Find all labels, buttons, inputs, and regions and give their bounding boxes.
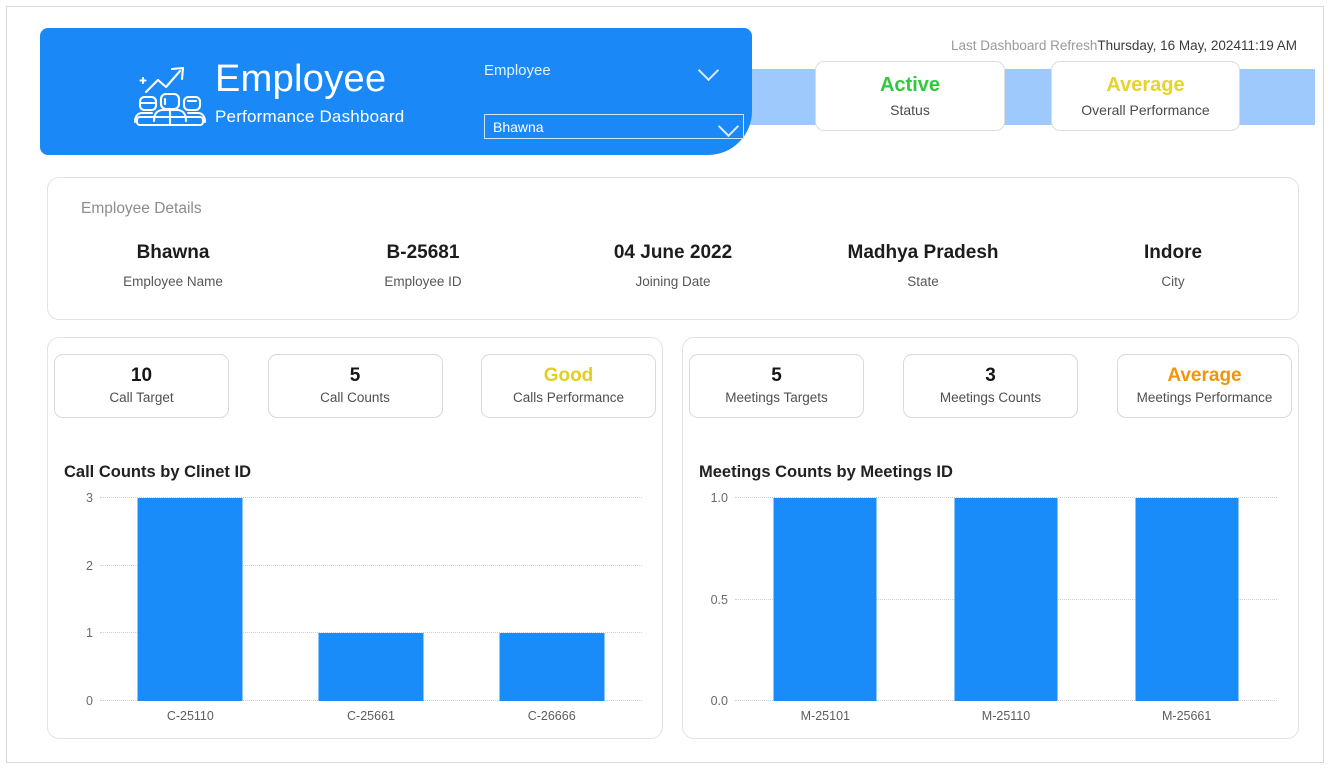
team-growth-icon <box>132 58 210 128</box>
kpi-overall-performance-caption: Overall Performance <box>1081 102 1210 118</box>
employee-slicer-header[interactable]: Employee <box>452 59 720 88</box>
kpi-caption: Meetings Counts <box>939 390 1042 405</box>
detail-caption: City <box>1161 274 1185 289</box>
kpi-caption: Call Target <box>109 390 174 405</box>
detail-value: Madhya Pradesh <box>847 242 999 263</box>
kpi-value: 5 <box>771 365 782 386</box>
y-axis-tick: 3 <box>86 491 93 505</box>
employee-slicer-value: Bhawna <box>493 119 544 135</box>
meetings-plot-area: 0.0 0.5 1.0 M-25101 M-25110 M-25661 <box>711 491 1277 723</box>
detail-state: Madhya Pradesh State <box>798 240 1048 291</box>
last-refresh: Last Dashboard RefreshThursday, 16 May, … <box>951 38 1297 53</box>
bar-slot: C-25110 <box>100 498 281 723</box>
page-title: Employee <box>215 58 387 100</box>
y-axis-tick: 0 <box>86 694 93 708</box>
header-banner: Employee Performance Dashboard Employee … <box>40 28 752 155</box>
bar[interactable] <box>318 633 424 701</box>
detail-value: Bhawna <box>136 242 210 263</box>
kpi-caption: Call Counts <box>320 390 390 405</box>
employee-details-row: Bhawna Employee Name B-25681 Employee ID… <box>48 240 1298 291</box>
meetings-panel: 5 Meetings Targets 3 Meetings Counts Ave… <box>682 337 1299 739</box>
y-axis-tick: 1.0 <box>710 491 728 505</box>
bar-slot: M-25661 <box>1096 498 1277 723</box>
detail-caption: Employee Name <box>123 274 223 289</box>
kpi-overall-performance-value: Average <box>1106 74 1185 96</box>
kpi-card-meetings-targets: 5 Meetings Targets <box>689 354 864 418</box>
calls-chart: 0 1 2 3 C-25110 C-25661 C-26666 <box>62 490 648 723</box>
kpi-card-overall-performance: Average Overall Performance <box>1051 61 1240 131</box>
kpi-card-meetings-counts: 3 Meetings Counts <box>903 354 1078 418</box>
meetings-chart: 0.0 0.5 1.0 M-25101 M-25110 M-25661 <box>697 490 1283 723</box>
dashboard-page: Last Dashboard RefreshThursday, 16 May, … <box>6 6 1324 763</box>
bar-series: C-25110 C-25661 C-26666 <box>100 498 642 723</box>
calls-plot-area: 0 1 2 3 C-25110 C-25661 C-26666 <box>86 491 642 723</box>
last-refresh-value: Thursday, 16 May, 202411:19 AM <box>1097 38 1297 53</box>
bar-slot: C-25661 <box>281 498 462 723</box>
brand-text: Employee Performance Dashboard <box>215 56 404 128</box>
bar[interactable] <box>499 633 605 701</box>
detail-joining-date: 04 June 2022 Joining Date <box>548 240 798 291</box>
x-axis-tick: M-25101 <box>800 709 850 723</box>
bar[interactable] <box>1135 498 1239 701</box>
chevron-down-icon[interactable] <box>717 115 740 138</box>
detail-value: 04 June 2022 <box>613 242 733 263</box>
detail-caption: State <box>907 274 939 289</box>
kpi-card-call-target: 10 Call Target <box>54 354 229 418</box>
y-axis-tick: 2 <box>86 558 93 573</box>
bar-series: M-25101 M-25110 M-25661 <box>735 498 1277 723</box>
kpi-value: 3 <box>985 365 996 386</box>
kpi-value: Good <box>543 365 594 386</box>
kpi-value: Average <box>1167 365 1242 386</box>
detail-employee-name: Bhawna Employee Name <box>48 240 298 291</box>
detail-caption: Employee ID <box>384 274 462 289</box>
bar[interactable] <box>773 498 877 701</box>
kpi-card-status: Active Status <box>815 61 1005 131</box>
detail-value: Indore <box>1143 242 1203 263</box>
bar-slot: M-25110 <box>916 498 1097 723</box>
x-axis-tick: C-25110 <box>166 709 214 723</box>
kpi-card-meetings-performance: Average Meetings Performance <box>1117 354 1292 418</box>
x-axis-tick: M-25110 <box>981 709 1031 723</box>
employee-details-title: Employee Details <box>81 200 202 217</box>
meetings-kpi-row: 5 Meetings Targets 3 Meetings Counts Ave… <box>683 354 1298 418</box>
bar-slot: C-26666 <box>461 498 642 723</box>
last-refresh-label: Last Dashboard Refresh <box>951 38 1098 53</box>
x-axis-tick: C-26666 <box>527 709 576 723</box>
detail-value: B-25681 <box>386 242 460 263</box>
calls-panel: 10 Call Target 5 Call Counts Good Calls … <box>47 337 663 739</box>
y-axis-tick: 0.5 <box>710 592 728 607</box>
chevron-down-icon[interactable] <box>697 59 720 82</box>
employee-slicer-dropdown[interactable]: Bhawna <box>484 114 744 139</box>
kpi-caption: Meetings Performance <box>1136 390 1273 405</box>
meetings-chart-title: Meetings Counts by Meetings ID <box>699 463 953 481</box>
page-subtitle: Performance Dashboard <box>215 107 405 126</box>
bar[interactable] <box>954 498 1058 701</box>
x-axis-tick: C-25661 <box>347 709 395 723</box>
employee-slicer-label: Employee <box>484 62 551 79</box>
employee-slicer[interactable]: Employee Bhawna <box>452 59 744 139</box>
y-axis-tick: 0.0 <box>710 694 728 708</box>
bar[interactable] <box>137 498 243 701</box>
detail-city: Indore City <box>1048 240 1298 291</box>
kpi-status-caption: Status <box>890 102 930 118</box>
detail-employee-id: B-25681 Employee ID <box>298 240 548 291</box>
kpi-card-call-counts: 5 Call Counts <box>267 354 443 418</box>
calls-chart-title: Call Counts by Clinet ID <box>64 463 252 481</box>
kpi-status-value: Active <box>879 74 941 96</box>
kpi-value: 5 <box>349 365 361 386</box>
x-axis-tick: M-25661 <box>1162 709 1212 723</box>
kpi-value: 10 <box>130 365 153 386</box>
calls-kpi-row: 10 Call Target 5 Call Counts Good Calls … <box>48 354 662 418</box>
kpi-caption: Calls Performance <box>512 390 625 405</box>
bar-slot: M-25101 <box>735 498 916 723</box>
kpi-card-calls-performance: Good Calls Performance <box>481 354 656 418</box>
detail-caption: Joining Date <box>635 274 711 289</box>
employee-details-card: Employee Details Bhawna Employee Name B-… <box>47 177 1299 320</box>
kpi-caption: Meetings Targets <box>725 390 828 405</box>
y-axis-tick: 1 <box>86 626 93 641</box>
